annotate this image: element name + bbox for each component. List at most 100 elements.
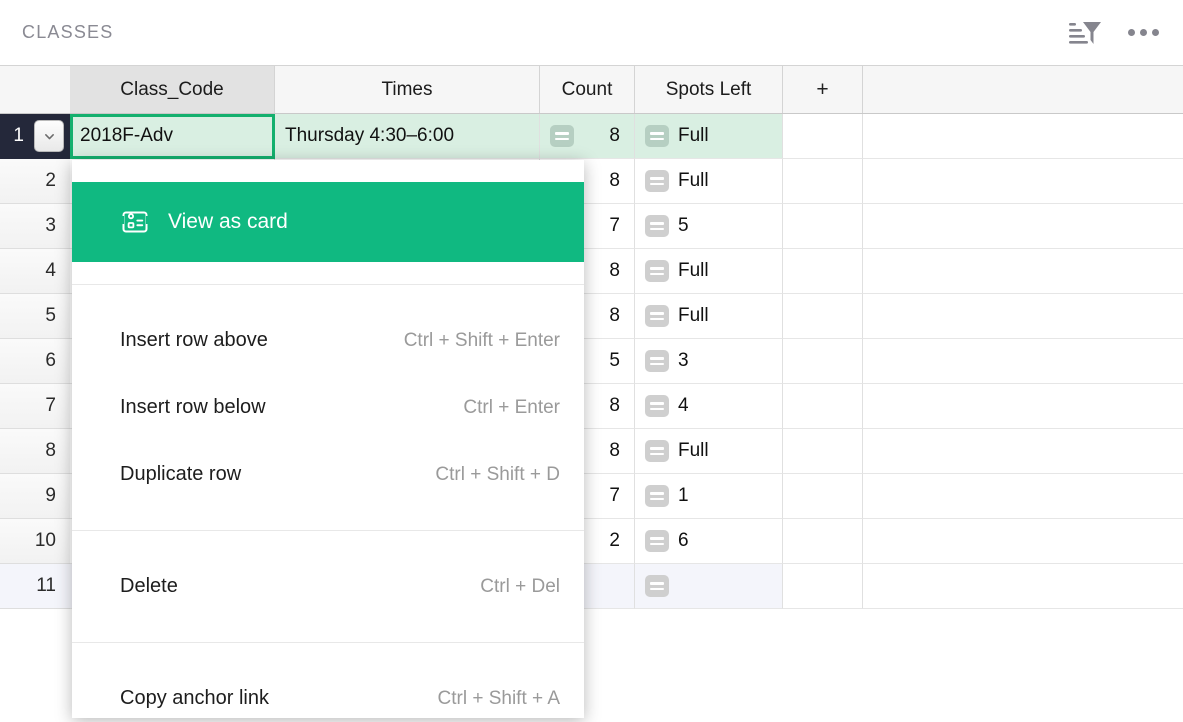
formula-icon <box>645 305 669 327</box>
menu-top-spacer <box>72 160 584 182</box>
row-number: 6 <box>45 350 56 372</box>
cell-add-column <box>783 294 863 339</box>
more-options-icon[interactable] <box>1128 29 1159 36</box>
menu-item-shortcut: Ctrl + Shift + D <box>435 464 560 486</box>
menu-item-insert-row-above[interactable]: Insert row above Ctrl + Shift + Enter <box>72 307 584 374</box>
table-row[interactable]: 1 2018F-AdvThursday 4:30–6:008 Full <box>0 114 1183 159</box>
row-number: 3 <box>45 215 56 237</box>
sort-filter-icon[interactable] <box>1068 18 1102 48</box>
column-header-times[interactable]: Times <box>275 66 540 113</box>
cell-value: 3 <box>678 350 689 372</box>
cell-filler <box>863 429 1183 474</box>
cell-spots-left[interactable]: 4 <box>635 384 783 429</box>
row-number-gutter[interactable]: 4 <box>0 249 70 294</box>
menu-item-shortcut: Ctrl + Enter <box>463 397 560 419</box>
menu-item-copy-anchor-link[interactable]: Copy anchor link Ctrl + Shift + A <box>72 665 584 722</box>
menu-item-view-as-card[interactable]: View as card <box>72 182 584 262</box>
cell-add-column <box>783 474 863 519</box>
cell-value: Full <box>678 440 709 462</box>
cell-value: 6 <box>678 530 689 552</box>
formula-icon <box>645 125 669 147</box>
cell-spots-left[interactable]: Full <box>635 429 783 474</box>
column-header-class-code[interactable]: Class_Code <box>70 66 275 113</box>
cell-filler <box>863 384 1183 429</box>
row-menu-chevron-down-icon[interactable] <box>34 120 64 152</box>
cell-filler <box>863 204 1183 249</box>
row-number: 7 <box>45 395 56 417</box>
row-number-gutter[interactable]: 10 <box>0 519 70 564</box>
cell-count[interactable]: 8 <box>540 114 635 159</box>
cell-filler <box>863 159 1183 204</box>
row-number-gutter[interactable]: 2 <box>0 159 70 204</box>
cell-value: 5 <box>609 350 620 372</box>
cell-value: 8 <box>609 440 620 462</box>
menu-item-shortcut: Ctrl + Shift + Enter <box>404 330 560 352</box>
menu-spacer-6 <box>72 643 584 665</box>
menu-item-shortcut: Ctrl + Shift + A <box>438 688 561 710</box>
titlebar-actions <box>1068 18 1159 48</box>
cell-spots-left[interactable]: Full <box>635 249 783 294</box>
menu-spacer-5 <box>72 620 584 642</box>
cell-filler <box>863 339 1183 384</box>
row-number-gutter[interactable]: 11 <box>0 564 70 609</box>
row-number-gutter[interactable]: 6 <box>0 339 70 384</box>
menu-item-label: Insert row above <box>120 329 268 352</box>
cell-value: 5 <box>678 215 689 237</box>
row-number-gutter[interactable]: 7 <box>0 384 70 429</box>
cell-value: 7 <box>609 485 620 507</box>
cell-add-column <box>783 564 863 609</box>
menu-item-duplicate-row[interactable]: Duplicate row Ctrl + Shift + D <box>72 441 584 508</box>
column-header-filler <box>863 66 1183 113</box>
menu-spacer-1 <box>72 262 584 284</box>
menu-item-label: Duplicate row <box>120 463 241 486</box>
cell-value: 8 <box>609 260 620 282</box>
add-column-button[interactable]: + <box>783 66 863 113</box>
row-number-gutter[interactable]: 3 <box>0 204 70 249</box>
menu-item-label: Insert row below <box>120 396 266 419</box>
page-title: CLASSES <box>22 22 113 43</box>
row-number: 8 <box>45 440 56 462</box>
row-number: 10 <box>35 530 56 552</box>
cell-value: 4 <box>678 395 689 417</box>
formula-icon <box>645 350 669 372</box>
row-context-menu: View as card Insert row above Ctrl + Shi… <box>72 160 584 718</box>
menu-item-insert-row-below[interactable]: Insert row below Ctrl + Enter <box>72 374 584 441</box>
cell-spots-left[interactable]: Full <box>635 159 783 204</box>
column-header-row: Class_Code Times Count Spots Left + <box>0 65 1183 114</box>
column-header-gutter <box>0 66 70 113</box>
row-number-gutter[interactable]: 1 <box>0 114 70 159</box>
cell-value: 7 <box>609 215 620 237</box>
cell-spots-left[interactable]: 6 <box>635 519 783 564</box>
column-header-spots-left[interactable]: Spots Left <box>635 66 783 113</box>
cell-spots-left[interactable]: Full <box>635 294 783 339</box>
row-number: 2 <box>45 170 56 192</box>
cell-filler <box>863 519 1183 564</box>
cell-filler <box>863 564 1183 609</box>
cell-filler <box>863 294 1183 339</box>
cell-spots-left[interactable]: 3 <box>635 339 783 384</box>
cell-times[interactable]: Thursday 4:30–6:00 <box>275 114 540 159</box>
cell-class-code[interactable]: 2018F-Adv <box>70 114 275 159</box>
formula-icon <box>550 125 574 147</box>
column-header-count[interactable]: Count <box>540 66 635 113</box>
formula-icon <box>645 170 669 192</box>
row-number-gutter[interactable]: 8 <box>0 429 70 474</box>
row-number: 1 <box>13 125 24 147</box>
cell-spots-left[interactable]: Full <box>635 114 783 159</box>
cell-spots-left[interactable]: 5 <box>635 204 783 249</box>
cell-value: Full <box>678 125 709 147</box>
row-number: 4 <box>45 260 56 282</box>
formula-icon <box>645 530 669 552</box>
formula-icon <box>645 215 669 237</box>
cell-filler <box>863 474 1183 519</box>
formula-icon <box>645 575 669 597</box>
cell-spots-left[interactable] <box>635 564 783 609</box>
row-number-gutter[interactable]: 5 <box>0 294 70 339</box>
id-card-icon <box>120 208 150 236</box>
menu-item-delete[interactable]: Delete Ctrl + Del <box>72 553 584 620</box>
row-number-gutter[interactable]: 9 <box>0 474 70 519</box>
cell-spots-left[interactable]: 1 <box>635 474 783 519</box>
cell-filler <box>863 114 1183 159</box>
menu-spacer-3 <box>72 508 584 530</box>
menu-spacer-2 <box>72 285 584 307</box>
